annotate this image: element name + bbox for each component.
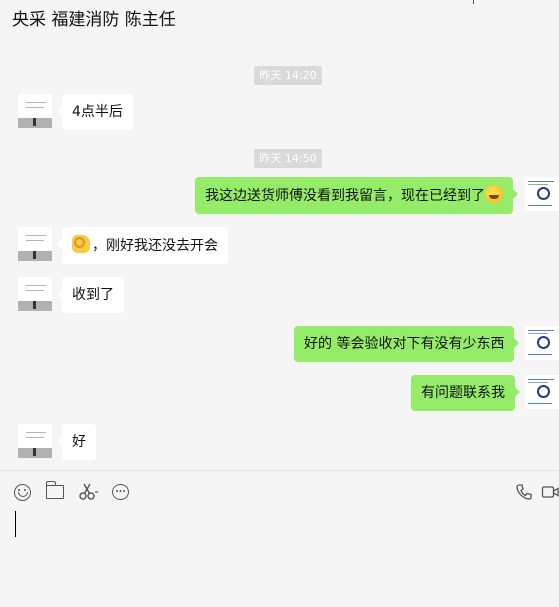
message-list[interactable]: 昨天 14:20 4点半后 昨天 14:50 我这边送货师傅没看到我留言，现在已… bbox=[0, 40, 559, 470]
message-bubble-outgoing[interactable]: 我这边送货师傅没看到我留言，现在已经到了 bbox=[195, 177, 518, 214]
chat-title: 央采 福建消防 陈主任 bbox=[12, 10, 176, 30]
video-icon bbox=[541, 486, 559, 498]
input-toolbar bbox=[0, 471, 559, 511]
message-input[interactable] bbox=[0, 511, 559, 607]
chat-history-button[interactable] bbox=[112, 483, 129, 501]
message-bubble-outgoing[interactable]: 有问题联系我 bbox=[411, 375, 520, 411]
folder-icon bbox=[45, 481, 64, 499]
timestamp: 昨天 14:20 bbox=[0, 64, 559, 85]
chat-header: 央采 福建消防 陈主任 bbox=[0, 0, 559, 40]
scissors-icon bbox=[79, 483, 98, 500]
screenshot-button[interactable] bbox=[79, 483, 99, 501]
contact-avatar[interactable] bbox=[18, 424, 52, 458]
message-text: 我这边送货师傅没看到我留言，现在已经到了 bbox=[205, 188, 485, 204]
send-file-button[interactable] bbox=[45, 481, 64, 501]
text-caret bbox=[15, 511, 16, 537]
message-bubble-incoming[interactable]: 好 bbox=[57, 424, 96, 460]
message-bubble-outgoing[interactable]: 好的 等会验收对下有没有少东西 bbox=[294, 326, 520, 362]
header-separator bbox=[473, 0, 475, 4]
contact-avatar[interactable] bbox=[18, 227, 52, 261]
my-avatar[interactable] bbox=[525, 177, 559, 211]
message-text: ，刚好我还没去开会 bbox=[92, 238, 218, 254]
message-bubble-incoming[interactable]: ，刚好我还没去开会 bbox=[57, 227, 228, 264]
voice-call-button[interactable] bbox=[515, 483, 533, 501]
emoji-icon bbox=[14, 483, 31, 501]
contact-avatar[interactable] bbox=[18, 277, 52, 311]
my-avatar[interactable] bbox=[525, 326, 559, 360]
message-bubble-incoming[interactable]: 4点半后 bbox=[57, 94, 133, 130]
my-avatar[interactable] bbox=[525, 375, 559, 409]
phone-icon bbox=[516, 484, 532, 500]
emoji-button[interactable] bbox=[14, 483, 31, 501]
timestamp: 昨天 14:50 bbox=[0, 147, 559, 168]
chat-bubble-icon bbox=[112, 484, 129, 500]
contact-avatar[interactable] bbox=[18, 94, 52, 128]
ok-hand-icon bbox=[72, 235, 90, 253]
laughing-face-icon bbox=[485, 185, 503, 203]
video-call-button[interactable] bbox=[541, 483, 559, 501]
message-bubble-incoming[interactable]: 收到了 bbox=[57, 277, 124, 313]
